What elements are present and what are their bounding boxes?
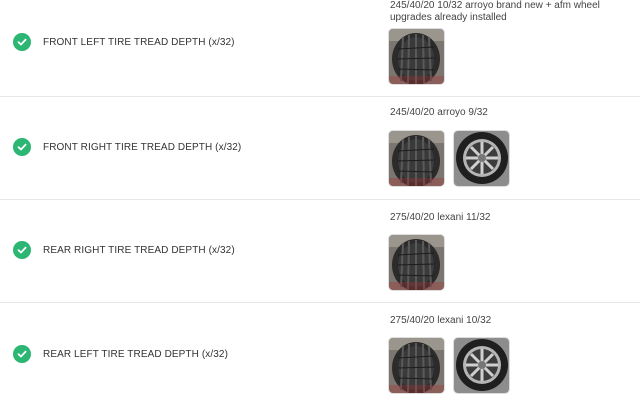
inspection-label: REAR LEFT TIRE TREAD DEPTH (x/32) xyxy=(43,349,229,360)
inspection-note: 245/40/20 10/32 arroyo brand new + afm w… xyxy=(390,0,600,23)
inspection-row-front-left: FRONT LEFT TIRE TREAD DEPTH (x/32) 245/4… xyxy=(0,0,640,97)
check-circle-icon xyxy=(13,138,31,156)
photo-gallery xyxy=(389,235,444,290)
check-circle-icon xyxy=(13,241,31,259)
inspection-row-rear-left: REAR LEFT TIRE TREAD DEPTH (x/32) 275/40… xyxy=(0,303,640,400)
check-circle-icon xyxy=(13,345,31,363)
inspection-note: 245/40/20 arroyo 9/32 xyxy=(390,107,488,118)
inspection-label: FRONT RIGHT TIRE TREAD DEPTH (x/32) xyxy=(43,142,242,153)
photo-gallery xyxy=(389,338,509,393)
inspection-row-front-right: FRONT RIGHT TIRE TREAD DEPTH (x/32) 245/… xyxy=(0,97,640,200)
check-circle-icon xyxy=(13,33,31,51)
inspection-label: REAR RIGHT TIRE TREAD DEPTH (x/32) xyxy=(43,245,235,256)
tire-tread-photo[interactable] xyxy=(389,29,444,84)
inspection-label: FRONT LEFT TIRE TREAD DEPTH (x/32) xyxy=(43,37,235,48)
inspection-list: FRONT LEFT TIRE TREAD DEPTH (x/32) 245/4… xyxy=(0,0,640,400)
inspection-note: 275/40/20 lexani 11/32 xyxy=(390,212,491,223)
photo-gallery xyxy=(389,29,444,84)
inspection-note: 275/40/20 lexani 10/32 xyxy=(390,315,492,326)
tire-tread-photo[interactable] xyxy=(389,338,444,393)
tire-tread-photo[interactable] xyxy=(389,131,444,186)
wheel-photo[interactable] xyxy=(454,131,509,186)
photo-gallery xyxy=(389,131,509,186)
wheel-photo[interactable] xyxy=(454,338,509,393)
inspection-row-rear-right: REAR RIGHT TIRE TREAD DEPTH (x/32) 275/4… xyxy=(0,200,640,303)
tire-tread-photo[interactable] xyxy=(389,235,444,290)
